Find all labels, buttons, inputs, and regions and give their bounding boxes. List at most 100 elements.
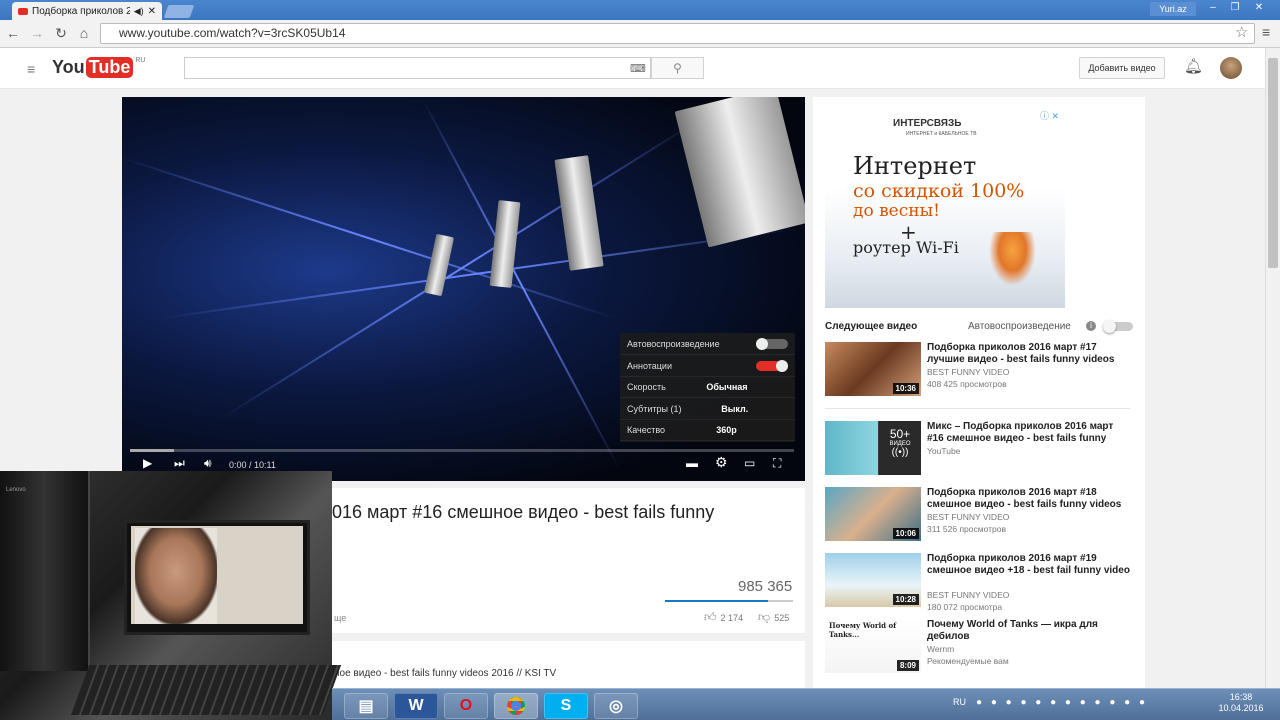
scrollbar-thumb[interactable] [1268, 58, 1278, 268]
youtube-favicon-icon [18, 7, 28, 15]
address-bar[interactable]: www.youtube.com/watch?v=3rcSK05Ub14 [100, 23, 1255, 44]
video-thumbnail[interactable]: 10:36 [825, 342, 921, 396]
logo-region: RU [135, 57, 146, 64]
related-video-title[interactable]: Микс – Подборка приколов 2016 март #16 с… [927, 421, 1132, 445]
like-count: 2 174 [720, 612, 744, 623]
tab-title: Подборка приколов 2 [32, 5, 130, 17]
profile-name[interactable]: Yuri.az [1150, 2, 1196, 16]
keyboard-icon[interactable]: ⌨ [630, 62, 646, 75]
description-panel [332, 641, 805, 688]
settings-row[interactable]: Скорость Обычная [620, 377, 795, 398]
related-video-title[interactable]: Подборка приколов 2016 март #19 смешное … [927, 553, 1132, 577]
guide-menu-icon[interactable]: ≡ [27, 61, 35, 77]
related-video-views: 311 526 просмотров [927, 524, 1007, 534]
video-progress-fill [130, 449, 174, 452]
word-icon[interactable]: W [394, 693, 438, 719]
related-video-item[interactable]: 10:28 Подборка приколов 2016 март #19 сме… [825, 553, 1132, 612]
ad-close-icon[interactable]: ⓘ ✕ [1040, 109, 1059, 122]
chrome-menu-icon[interactable]: ≡ [1262, 24, 1270, 40]
theater-mode-icon[interactable]: ▭ [744, 456, 755, 470]
opera-icon[interactable]: O [444, 693, 488, 719]
search-button[interactable]: ⚲ [651, 57, 704, 79]
autoplay-info-icon[interactable]: i [1086, 321, 1096, 331]
notifications-bell-icon[interactable]: 🔔︎ [1184, 57, 1203, 75]
url-text: www.youtube.com/watch?v=3rcSK05Ub14 [119, 26, 346, 40]
settings-row[interactable]: Субтитры (1) Выкл. [620, 399, 795, 420]
related-video-title[interactable]: Подборка приколов 2016 март #18 смешное … [927, 487, 1132, 511]
window-close-icon[interactable]: ✕ [1248, 0, 1270, 16]
playlist-icon: ((•)) [891, 447, 909, 458]
more-button[interactable]: ще [334, 613, 346, 623]
related-video-item[interactable]: 10:06 Подборка приколов 2016 март #18 сме… [825, 487, 1130, 543]
obs-icon[interactable]: ◎ [594, 693, 638, 719]
settings-gear-icon[interactable]: ⚙ [715, 454, 728, 471]
tab-close-icon[interactable]: ✕ [148, 6, 156, 17]
browser-toolbar: ← → ↻ ⌂ www.youtube.com/watch?v=3rcSK05U… [0, 20, 1280, 48]
video-thumbnail[interactable]: 10:06 [825, 487, 921, 541]
related-video-channel: BEST FUNNY VIDEO [927, 367, 1010, 377]
forward-icon[interactable]: → [28, 24, 46, 42]
ad-line-1: Интернет [853, 152, 977, 180]
video-title: 016 март #16 смешное видео - best fails … [332, 502, 715, 522]
related-video-title[interactable]: Подборка приколов 2016 март #17 лучшие в… [927, 342, 1132, 366]
chrome-icon[interactable] [494, 693, 538, 719]
browser-tab[interactable]: Подборка приколов 2 ◀) ✕ [12, 2, 162, 20]
system-tray[interactable]: ● ● ● ● ● ● ● ● ● ● ● ● [976, 697, 1148, 708]
related-video-title[interactable]: Почему World of Tanks — икра для дебилов [927, 619, 1132, 643]
related-video-item[interactable]: Почему World of Tanks... 8:09 Почему World… [825, 619, 1130, 675]
settings-row[interactable]: Автовоспроизведение [620, 334, 795, 355]
taskbar-clock[interactable]: 16:38 10.04.2016 [1217, 692, 1265, 714]
back-icon[interactable]: ← [4, 24, 22, 42]
taskbar-app-icon[interactable]: ▤ [344, 693, 388, 719]
related-video-item[interactable]: 50+ ВИДЕО ((•)) Микс – Подборка приколов 20… [825, 421, 1130, 477]
page-scrollbar[interactable] [1265, 48, 1280, 688]
video-3d-letter [554, 155, 604, 271]
search-icon: ⚲ [673, 61, 682, 75]
video-time: 0:00 / 10:11 [229, 460, 276, 470]
home-icon[interactable]: ⌂ [75, 24, 93, 42]
bookmark-star-icon[interactable]: ☆ [1235, 23, 1248, 41]
playlist-count-overlay: 50+ ВИДЕО ((•)) [879, 421, 921, 475]
skype-icon[interactable]: S [544, 693, 588, 719]
upload-button[interactable]: Добавить видео [1079, 57, 1165, 79]
settings-row[interactable]: Качество 360p [620, 420, 795, 441]
video-duration: 10:06 [892, 528, 919, 539]
video-thumbnail[interactable]: Почему World of Tanks... 8:09 [825, 619, 921, 673]
play-icon[interactable]: ▶ [143, 456, 152, 470]
subtitles-icon[interactable]: ▬ [686, 456, 698, 470]
next-video-icon[interactable]: ⏭︎ [174, 456, 185, 471]
youtube-logo[interactable]: You Tube RU [52, 57, 145, 78]
language-indicator[interactable]: RU [953, 697, 966, 707]
video-progress-bar[interactable] [130, 449, 794, 452]
related-video-item[interactable]: 10:36 Подборка приколов 2016 март #17 луч… [825, 342, 1130, 398]
restore-icon[interactable]: ❐ [1224, 0, 1246, 16]
settings-row[interactable]: Аннотации [620, 356, 795, 377]
avatar[interactable] [1220, 57, 1242, 79]
related-video-views: 408 425 просмотров [927, 379, 1007, 389]
thumbnail-caption: Почему World of Tanks... [829, 621, 897, 639]
like-button[interactable]: 👍︎ 2 174 [704, 610, 743, 625]
related-video-views: Рекомендуемые вам [927, 656, 1009, 666]
settings-row-label: Скорость [627, 382, 666, 392]
reload-icon[interactable]: ↻ [52, 24, 70, 42]
related-video-channel: BEST FUNNY VIDEO [927, 590, 1010, 600]
description-text: ное видео - best fails funny videos 2016… [334, 668, 557, 679]
ad-line-3: до весны! [853, 201, 940, 221]
video-thumbnail[interactable]: 50+ ВИДЕО ((•)) [825, 421, 921, 475]
settings-toggle[interactable] [756, 338, 788, 350]
fullscreen-icon[interactable]: ⛶ [773, 456, 781, 471]
ad-flower-image [985, 232, 1040, 292]
settings-row-label: Аннотации [627, 360, 672, 371]
ad-brand: ИНТЕРСВЯЗЬ [893, 118, 962, 129]
video-thumbnail[interactable]: 10:28 [825, 553, 921, 607]
search-input[interactable] [184, 57, 651, 79]
dislike-button[interactable]: 👎︎ 525 [758, 610, 789, 625]
autoplay-toggle[interactable] [1103, 320, 1133, 333]
playlist-count: 50+ [889, 427, 911, 441]
minimize-icon[interactable]: ‒ [1202, 0, 1224, 16]
video-duration: 8:09 [896, 660, 919, 671]
volume-icon[interactable]: 🔊︎ [204, 456, 212, 471]
new-tab-button[interactable] [163, 5, 195, 18]
settings-toggle[interactable] [756, 359, 788, 372]
logo-you: You [52, 57, 85, 77]
